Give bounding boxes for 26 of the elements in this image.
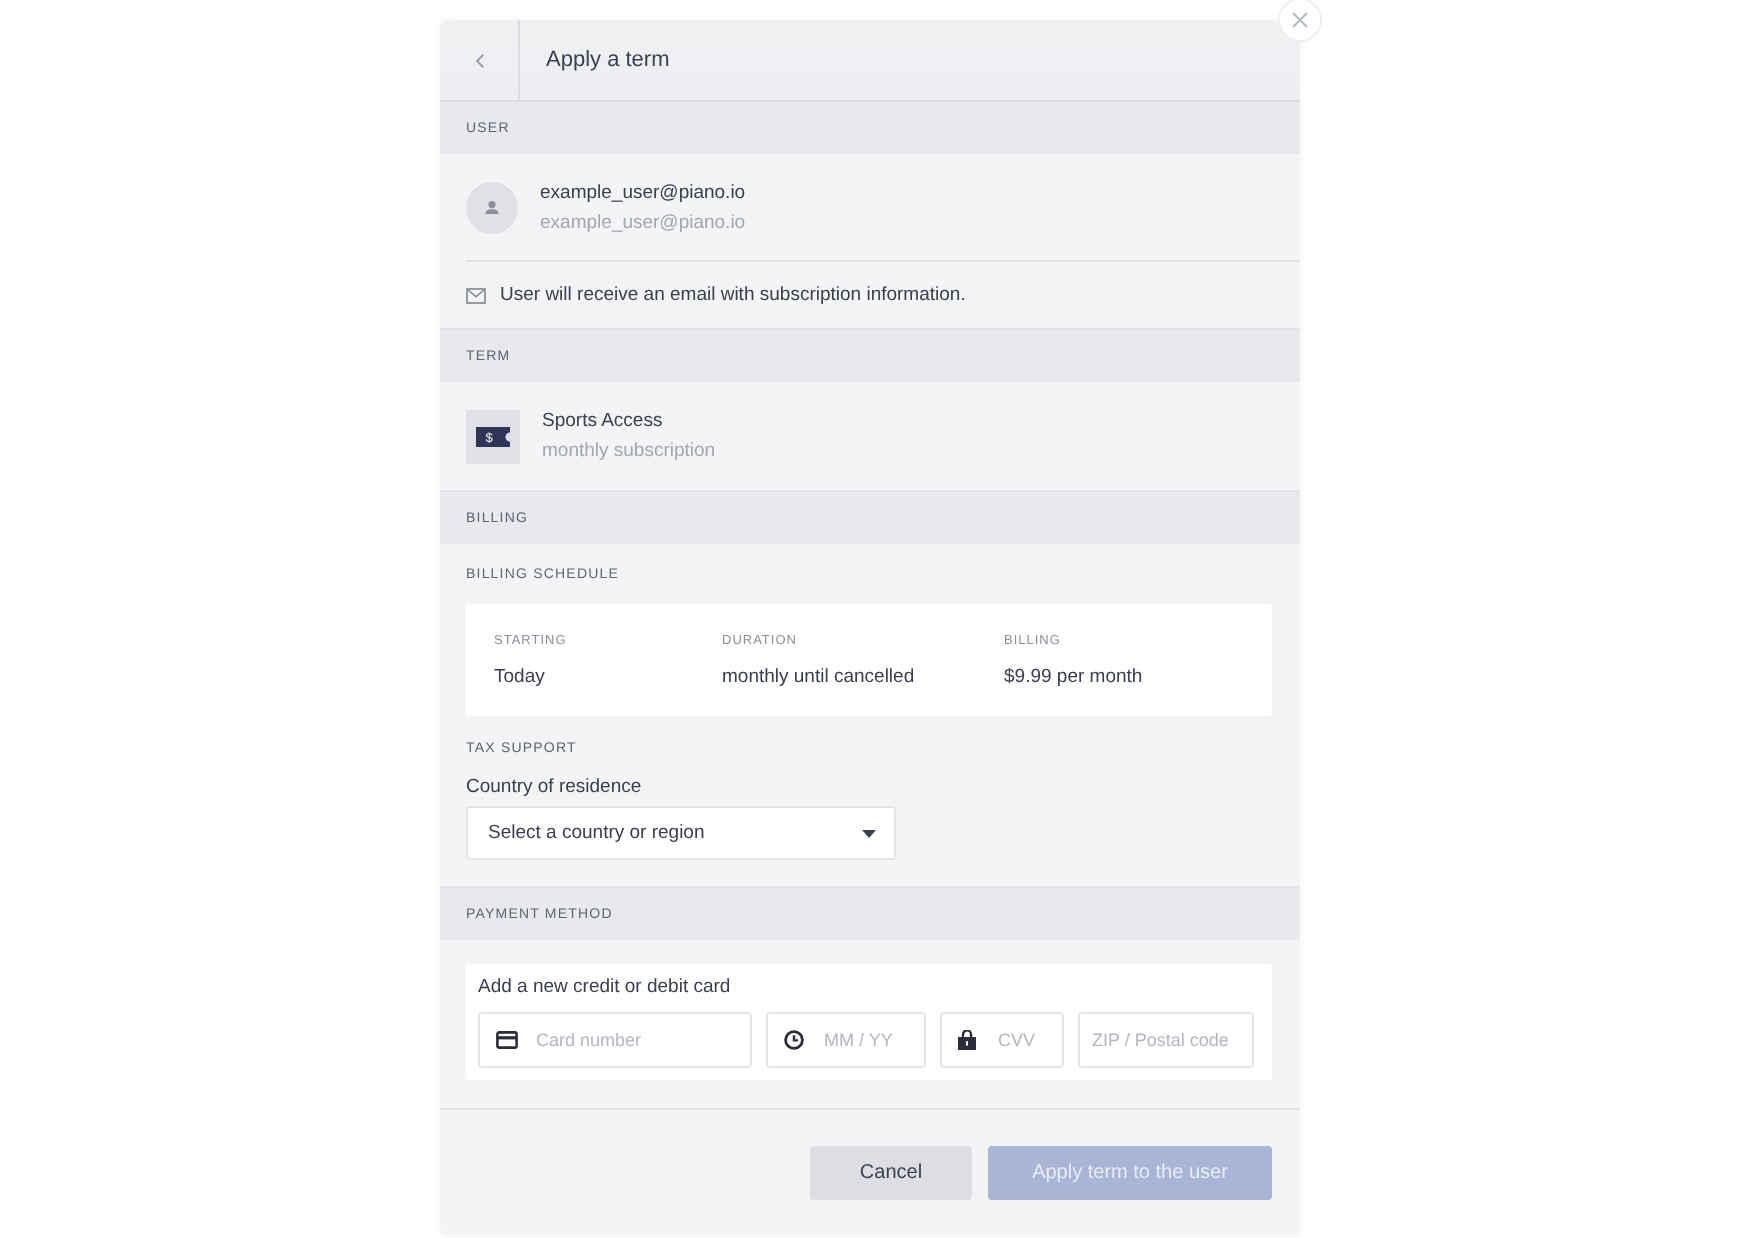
term-description: monthly subscription — [542, 440, 716, 462]
cvv-field[interactable]: CVV — [940, 1012, 1064, 1068]
envelope-icon — [466, 287, 486, 303]
close-icon — [1292, 12, 1308, 28]
cancel-button[interactable]: Cancel — [810, 1146, 972, 1200]
back-icon — [475, 53, 483, 67]
user-name: example_user@piano.io — [540, 181, 746, 203]
avatar-icon — [466, 181, 518, 233]
schedule-value: monthly until cancelled — [722, 665, 917, 687]
postal-code-field[interactable]: ZIP / Postal code — [1078, 1012, 1254, 1068]
country-label: Country of residence — [466, 776, 644, 798]
term-name: Sports Access — [542, 410, 665, 432]
user-email: example_user@piano.io — [540, 211, 746, 233]
expiry-field[interactable]: MM / YY — [766, 1012, 926, 1068]
dialog-title: Apply a term — [546, 48, 670, 72]
close-button[interactable] — [1278, 0, 1322, 42]
credit-card-icon — [496, 1031, 518, 1049]
lock-icon — [958, 1030, 976, 1050]
schedule-value: $9.99 per month — [1004, 665, 1145, 687]
card-number-field[interactable]: Card number — [478, 1012, 752, 1068]
caret-icon — [862, 829, 876, 837]
schedule-value: Today — [494, 665, 547, 687]
country-select[interactable]: Select a country or region — [466, 806, 896, 860]
email-notice: User will receive an email with subscription information. — [500, 284, 966, 306]
payment-card-title: Add a new credit or debit card — [478, 976, 733, 998]
clock-icon — [784, 1030, 804, 1050]
